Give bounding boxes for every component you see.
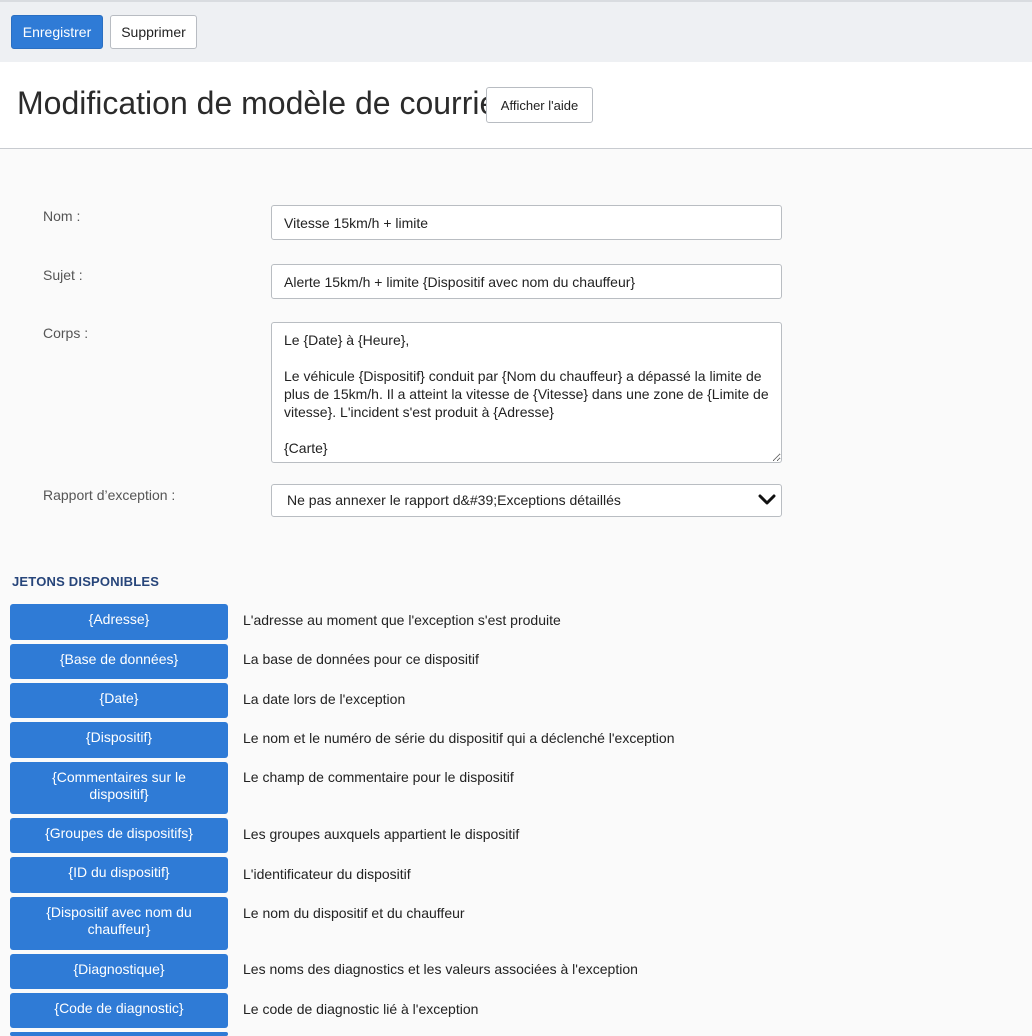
subject-input[interactable] [271,264,782,299]
chevron-down-icon [758,494,776,505]
name-input[interactable] [271,205,782,240]
token-button[interactable]: {Dispositif} [10,722,228,758]
token-description: L'identificateur du dispositif [243,866,411,882]
save-button[interactable]: Enregistrer [11,15,103,49]
body-label: Corps : [43,325,89,341]
token-description: La date lors de l'exception [243,691,406,707]
toolbar: Enregistrer Supprimer [0,0,1032,62]
token-button[interactable]: {Diagnostique} [10,954,228,989]
token-button[interactable]: {ID du dispositif} [10,857,228,893]
token-description: Le nom et le numéro de série du disposit… [243,730,675,746]
token-description: Les noms des diagnostics et les valeurs … [243,961,638,977]
show-help-button[interactable]: Afficher l'aide [486,87,593,123]
token-button[interactable]: {Adresse} [10,604,228,640]
subject-label: Sujet : [43,267,83,283]
token-button[interactable]: {Base de données} [10,644,228,679]
token-button[interactable]: {Code de diagnostic} [10,993,228,1028]
token-button[interactable]: {Dispositif avec nom du chauffeur} [10,897,228,950]
token-description: Le nom du dispositif et du chauffeur [243,905,465,921]
token-description: Le code de diagnostic lié à l'exception [243,1001,479,1017]
token-button[interactable]: {Commentaires sur le dispositif} [10,762,228,814]
tokens-section-title: JETONS DISPONIBLES [12,574,160,589]
body-textarea[interactable]: Le {Date} à {Heure}, Le véhicule {Dispos… [271,322,782,463]
token-button[interactable]: {Date} [10,683,228,718]
exception-report-label: Rapport d’exception : [43,487,176,503]
token-description: Les groupes auxquels appartient le dispo… [243,826,520,842]
token-description: La base de données pour ce dispositif [243,651,479,667]
token-button-partial[interactable] [10,1032,228,1036]
exception-report-selected-value: Ne pas annexer le rapport d&#39;Exceptio… [271,484,782,517]
token-description: Le champ de commentaire pour le disposit… [243,769,514,785]
exception-report-select[interactable]: Ne pas annexer le rapport d&#39;Exceptio… [271,484,782,517]
page-title: Modification de modèle de courriel [17,85,505,121]
name-label: Nom : [43,208,81,224]
page-header: Modification de modèle de courriel Affic… [0,62,1032,149]
delete-button[interactable]: Supprimer [110,15,197,49]
token-button[interactable]: {Groupes de dispositifs} [10,818,228,853]
token-description: L'adresse au moment que l'exception s'es… [243,612,561,628]
